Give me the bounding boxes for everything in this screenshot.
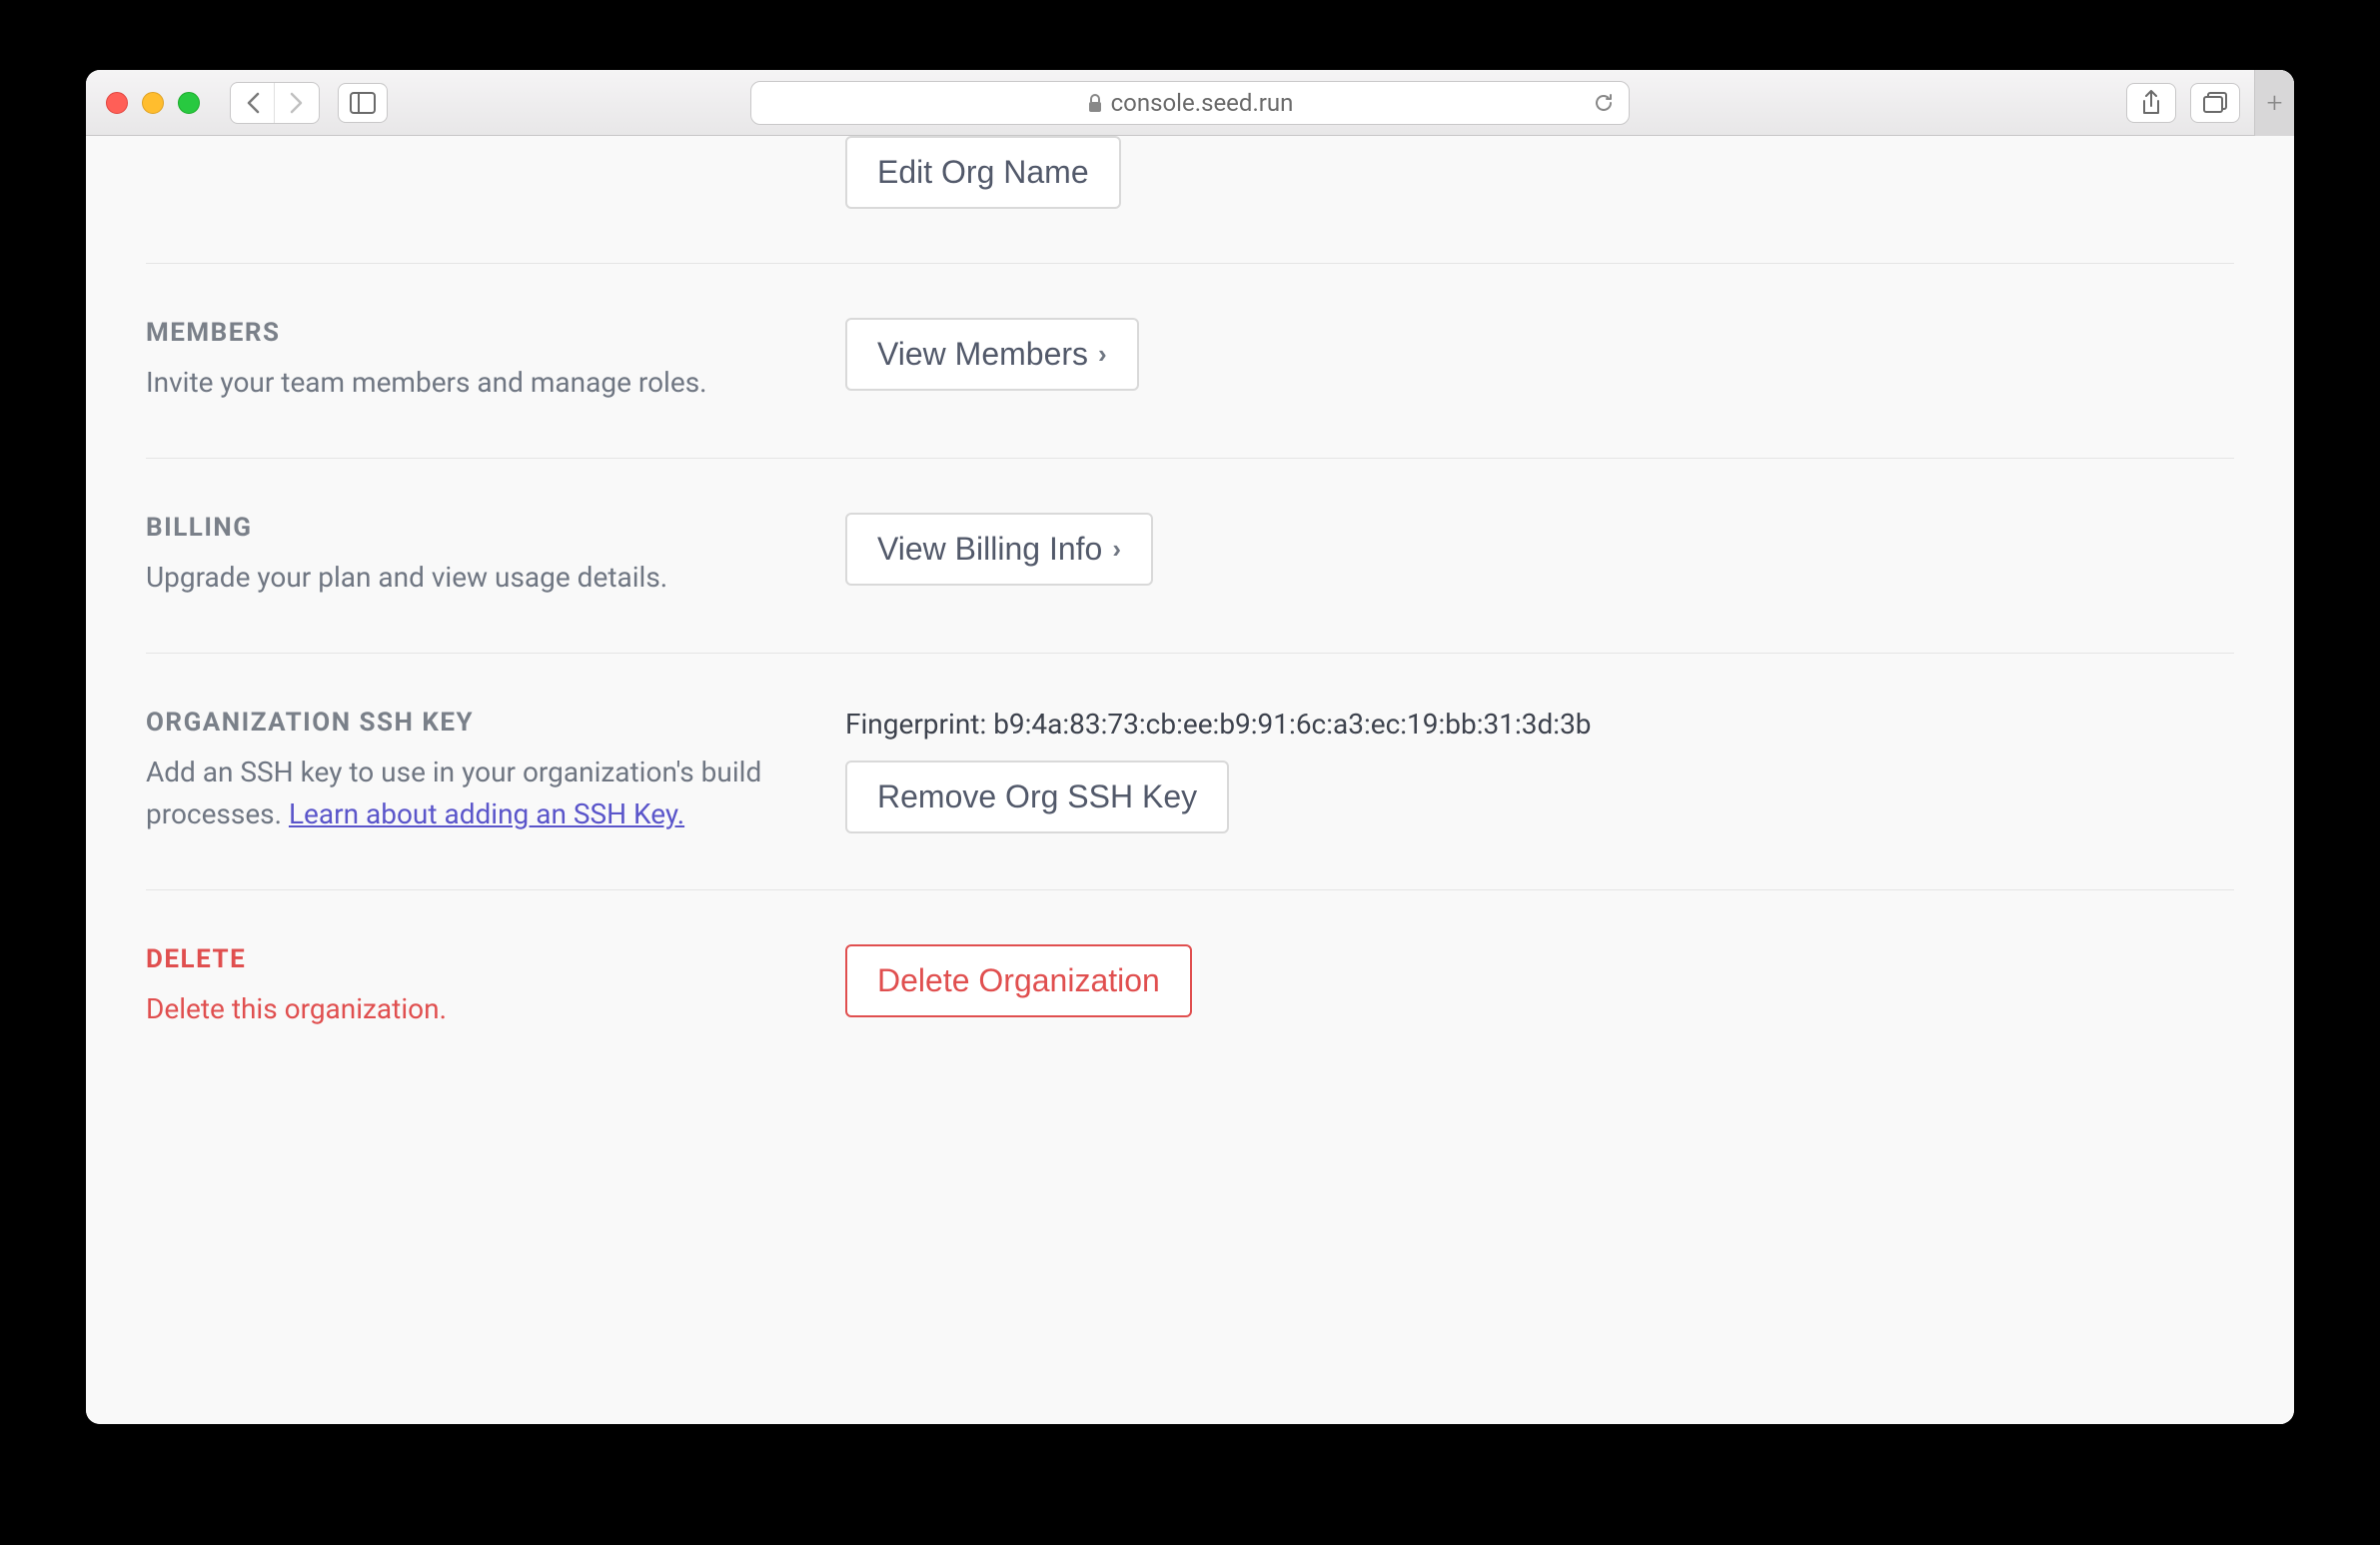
ssh-fingerprint-value: b9:4a:83:73:cb:ee:b9:91:6c:a3:ec:19:bb:3…	[993, 708, 1591, 741]
browser-toolbar: console.seed.run +	[86, 70, 2294, 136]
page-content: Edit Org Name MEMBERS Invite your team m…	[86, 136, 2294, 1424]
settings-row-delete: DELETE Delete this organization. Delete …	[146, 890, 2234, 1084]
reload-button[interactable]	[1593, 92, 1615, 114]
share-button[interactable]	[2126, 83, 2176, 123]
delete-title: DELETE	[146, 944, 805, 974]
delete-org-label: Delete Organization	[877, 962, 1160, 999]
back-button[interactable]	[231, 83, 275, 123]
share-icon	[2140, 90, 2162, 116]
right-toolbar: +	[2126, 70, 2274, 136]
members-label-col: MEMBERS Invite your team members and man…	[146, 318, 805, 404]
view-billing-button[interactable]: View Billing Info ›	[845, 513, 1153, 586]
members-action-col: View Members ›	[845, 318, 2234, 404]
ssh-desc: Add an SSH key to use in your organizati…	[146, 752, 805, 835]
maximize-window-button[interactable]	[178, 92, 200, 114]
members-title: MEMBERS	[146, 318, 805, 348]
delete-label-col: DELETE Delete this organization.	[146, 944, 805, 1030]
org-name-label-col	[146, 136, 805, 209]
lock-icon	[1087, 93, 1103, 113]
ssh-learn-link[interactable]: Learn about adding an SSH Key.	[289, 797, 684, 830]
billing-title: BILLING	[146, 513, 805, 543]
settings-row-org-name: Edit Org Name	[146, 136, 2234, 264]
billing-desc: Upgrade your plan and view usage details…	[146, 557, 805, 599]
tabs-icon	[2203, 92, 2227, 114]
new-tab-button[interactable]: +	[2254, 70, 2294, 136]
delete-org-button[interactable]: Delete Organization	[845, 944, 1192, 1017]
edit-org-name-button[interactable]: Edit Org Name	[845, 136, 1121, 209]
address-bar[interactable]: console.seed.run	[750, 81, 1630, 125]
settings-row-billing: BILLING Upgrade your plan and view usage…	[146, 459, 2234, 654]
view-members-label: View Members	[877, 336, 1088, 373]
close-window-button[interactable]	[106, 92, 128, 114]
settings-row-members: MEMBERS Invite your team members and man…	[146, 264, 2234, 459]
ssh-title: ORGANIZATION SSH KEY	[146, 708, 805, 738]
ssh-action-col: Fingerprint: b9:4a:83:73:cb:ee:b9:91:6c:…	[845, 708, 2234, 835]
edit-org-name-label: Edit Org Name	[877, 154, 1089, 191]
browser-window: console.seed.run +	[86, 70, 2294, 1424]
chevron-left-icon	[246, 92, 260, 114]
ssh-label-col: ORGANIZATION SSH KEY Add an SSH key to u…	[146, 708, 805, 835]
ssh-fingerprint-label: Fingerprint:	[845, 708, 993, 741]
delete-desc: Delete this organization.	[146, 988, 805, 1030]
sidebar-icon	[350, 92, 376, 114]
remove-ssh-key-label: Remove Org SSH Key	[877, 778, 1197, 815]
tabs-button[interactable]	[2190, 83, 2240, 123]
delete-action-col: Delete Organization	[845, 944, 2234, 1030]
view-billing-label: View Billing Info	[877, 531, 1102, 568]
ssh-fingerprint: Fingerprint: b9:4a:83:73:cb:ee:b9:91:6c:…	[845, 708, 2234, 741]
billing-action-col: View Billing Info ›	[845, 513, 2234, 599]
traffic-lights	[106, 92, 200, 114]
nav-buttons	[230, 82, 320, 124]
chevron-right-icon	[290, 92, 304, 114]
org-name-action-col: Edit Org Name	[845, 136, 2234, 209]
plus-icon: +	[2267, 86, 2283, 119]
url-text: console.seed.run	[1111, 89, 1294, 117]
billing-label-col: BILLING Upgrade your plan and view usage…	[146, 513, 805, 599]
members-desc: Invite your team members and manage role…	[146, 362, 805, 404]
reload-icon	[1593, 92, 1615, 114]
view-members-button[interactable]: View Members ›	[845, 318, 1139, 391]
remove-ssh-key-button[interactable]: Remove Org SSH Key	[845, 761, 1229, 833]
chevron-right-icon: ›	[1098, 339, 1107, 370]
sidebar-toggle-button[interactable]	[338, 83, 388, 123]
minimize-window-button[interactable]	[142, 92, 164, 114]
chevron-right-icon: ›	[1112, 534, 1121, 565]
forward-button[interactable]	[275, 83, 319, 123]
settings-row-ssh-key: ORGANIZATION SSH KEY Add an SSH key to u…	[146, 654, 2234, 890]
